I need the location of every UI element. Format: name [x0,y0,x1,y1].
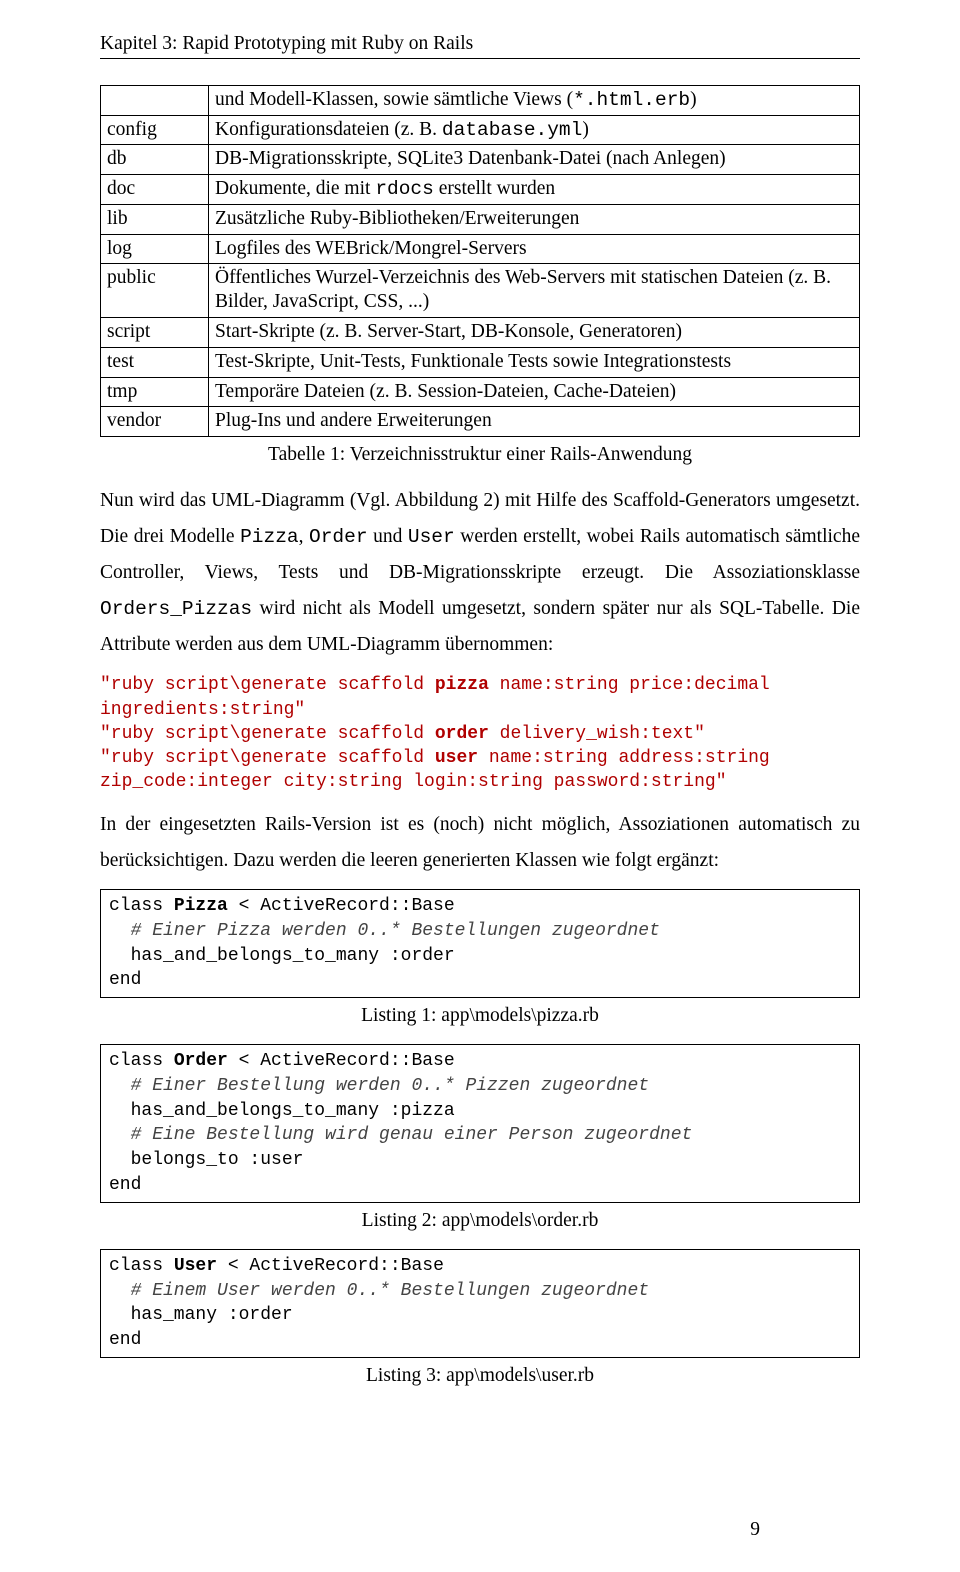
body-paragraph: Nun wird das UML-Diagramm (Vgl. Abbildun… [100,483,860,663]
code-listing-3: class User < ActiveRecord::Base # Einem … [100,1249,860,1358]
code-listing-1: class Pizza < ActiveRecord::Base # Einer… [100,889,860,998]
dir-desc: und Modell-Klassen, sowie sämtliche View… [209,85,860,115]
table-row: configKonfigurationsdateien (z. B. datab… [101,115,860,145]
dir-desc: DB-Migrationsskripte, SQLite3 Datenbank-… [209,145,860,175]
table-row: libZusätzliche Ruby-Bibliotheken/Erweite… [101,204,860,234]
body-paragraph: In der eingesetzten Rails-Version ist es… [100,807,860,879]
dir-desc: Plug-Ins und andere Erweiterungen [209,407,860,437]
table-row: scriptStart-Skripte (z. B. Server-Start,… [101,318,860,348]
table-row: docDokumente, die mit rdocs erstellt wur… [101,175,860,205]
dir-desc: Öffentliches Wurzel-Verzeichnis des Web-… [209,264,860,318]
dir-desc: Zusätzliche Ruby-Bibliotheken/Erweiterun… [209,204,860,234]
dir-name: config [101,115,209,145]
table-row: logLogfiles des WEBrick/Mongrel-Servers [101,234,860,264]
dir-name: lib [101,204,209,234]
directory-table: und Modell-Klassen, sowie sämtliche View… [100,85,860,437]
table-row: tmpTemporäre Dateien (z. B. Session-Date… [101,377,860,407]
table-row: und Modell-Klassen, sowie sämtliche View… [101,85,860,115]
table-row: vendorPlug-Ins und andere Erweiterungen [101,407,860,437]
page-header: Kapitel 3: Rapid Prototyping mit Ruby on… [100,32,860,59]
code-listing-2: class Order < ActiveRecord::Base # Einer… [100,1044,860,1203]
dir-name: db [101,145,209,175]
dir-name: public [101,264,209,318]
listing-caption-1: Listing 1: app\models\pizza.rb [100,1004,860,1028]
shell-commands: "ruby script\generate scaffold pizza nam… [100,673,860,794]
dir-name: doc [101,175,209,205]
table-row: testTest-Skripte, Unit-Tests, Funktional… [101,347,860,377]
dir-name: test [101,347,209,377]
dir-desc: Test-Skripte, Unit-Tests, Funktionale Te… [209,347,860,377]
dir-name: tmp [101,377,209,407]
dir-desc: Konfigurationsdateien (z. B. database.ym… [209,115,860,145]
listing-caption-3: Listing 3: app\models\user.rb [100,1364,860,1388]
table-row: publicÖffentliches Wurzel-Verzeichnis de… [101,264,860,318]
dir-desc: Dokumente, die mit rdocs erstellt wurden [209,175,860,205]
table-caption-1: Tabelle 1: Verzeichnisstruktur einer Rai… [100,443,860,467]
dir-name: script [101,318,209,348]
dir-name: vendor [101,407,209,437]
dir-desc: Start-Skripte (z. B. Server-Start, DB-Ko… [209,318,860,348]
dir-name [101,85,209,115]
dir-name: log [101,234,209,264]
listing-caption-2: Listing 2: app\models\order.rb [100,1209,860,1233]
table-row: dbDB-Migrationsskripte, SQLite3 Datenban… [101,145,860,175]
page-number: 9 [750,1518,760,1542]
dir-desc: Logfiles des WEBrick/Mongrel-Servers [209,234,860,264]
dir-desc: Temporäre Dateien (z. B. Session-Dateien… [209,377,860,407]
